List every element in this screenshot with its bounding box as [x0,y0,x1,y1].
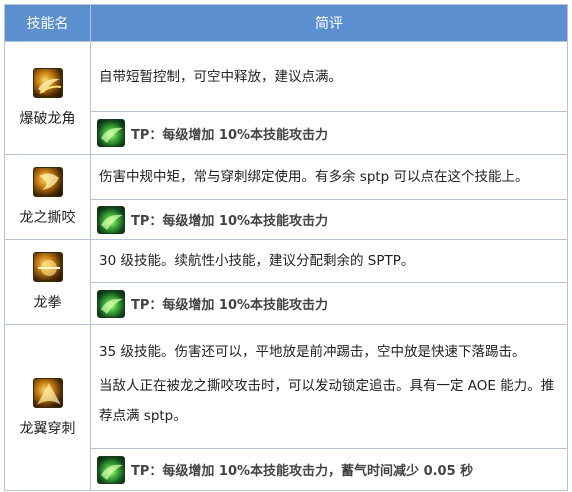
tp-text: 每级增加 10%本技能攻击力 [162,298,329,313]
tp-text: 每级增加 10%本技能攻击力 [162,214,329,229]
description-text: 伤害中规中矩，常与穿刺绑定使用。有多余 sptp 可以点在这个技能上。 [99,169,529,185]
description-text: 30 级技能。续航性小技能，建议分配剩余的 SPTP。 [99,253,415,269]
tp-text: 每级增加 10%本技能攻击力 [162,127,329,143]
skill-name: 龙拳 [33,295,62,311]
header-review: 简评 [90,4,568,42]
green-tp-icon [97,289,125,318]
tp-cell: TP： 每级增加 10%本技能攻击力 [90,111,568,155]
skill-row-desc: 爆破龙角 自带短暂控制，可空中释放，建议点满。 [4,41,568,155]
skill-description: 35 级技能。伤害还可以，平地放是前冲踢击，空中放是快速下落踢击。 当敌人正在被… [90,324,568,449]
golden-dragon-skill-icon [32,167,63,197]
skill-name-cell: 龙之撕咬 [4,154,91,240]
skill-name-cell: 龙翼穿刺 [4,324,91,491]
golden-dragon-skill-icon [32,68,63,98]
skill-name: 龙翼穿刺 [19,420,76,437]
tp-prefix: TP： [131,464,163,479]
tp-text: 每级增加 10%本技能攻击力，蓄气时间减少 0.05 秒 [162,464,474,479]
skill-description: 伤害中规中矩，常与穿刺绑定使用。有多余 sptp 可以点在这个技能上。 [90,154,568,200]
description-text: 自带短暂控制，可空中释放，建议点满。 [99,68,342,85]
tp-cell: TP： 每级增加 10%本技能攻击力 [90,199,568,240]
tp-cell: TP： 每级增加 10%本技能攻击力 [90,282,568,325]
tp-cell: TP： 每级增加 10%本技能攻击力，蓄气时间减少 0.05 秒 [90,448,568,491]
skill-row-desc: 龙翼穿刺 35 级技能。伤害还可以，平地放是前冲踢击，空中放是快速下落踢击。 当… [4,324,568,491]
green-tp-icon [97,455,125,484]
description-text: 当敌人正在被龙之撕咬攻击时，可以发动锁定追击。具有一定 AOE 能力。推荐点满 … [99,377,555,424]
skill-name: 龙之撕咬 [19,210,76,226]
golden-dragon-skill-icon [32,377,63,408]
skill-name-cell: 龙拳 [4,239,91,325]
green-tp-icon [97,205,125,234]
skill-description: 自带短暂控制，可空中释放，建议点满。 [90,41,568,112]
header-skill-name: 技能名 [4,4,91,42]
skill-name-cell: 爆破龙角 [4,41,91,155]
tp-prefix: TP： [131,214,163,229]
table-header-row: 技能名 简评 [4,4,568,42]
skill-description: 30 级技能。续航性小技能，建议分配剩余的 SPTP。 [90,239,568,283]
skill-review-table: 技能名 简评 爆破龙角 自带短暂控制，可空中释放，建议点满。 TP： 每级增加 … [4,4,568,491]
green-tp-icon [97,119,125,147]
skill-row-desc: 龙之撕咬 伤害中规中矩，常与穿刺绑定使用。有多余 sptp 可以点在这个技能上。 [4,154,568,240]
skill-name: 爆破龙角 [19,111,76,127]
description-text: 35 级技能。伤害还可以，平地放是前冲踢击，空中放是快速下落踢击。 [99,343,526,360]
skill-row-desc: 龙拳 30 级技能。续航性小技能，建议分配剩余的 SPTP。 [4,239,568,325]
tp-prefix: TP： [131,127,163,143]
golden-dragon-skill-icon [32,252,63,282]
tp-prefix: TP： [131,298,163,313]
